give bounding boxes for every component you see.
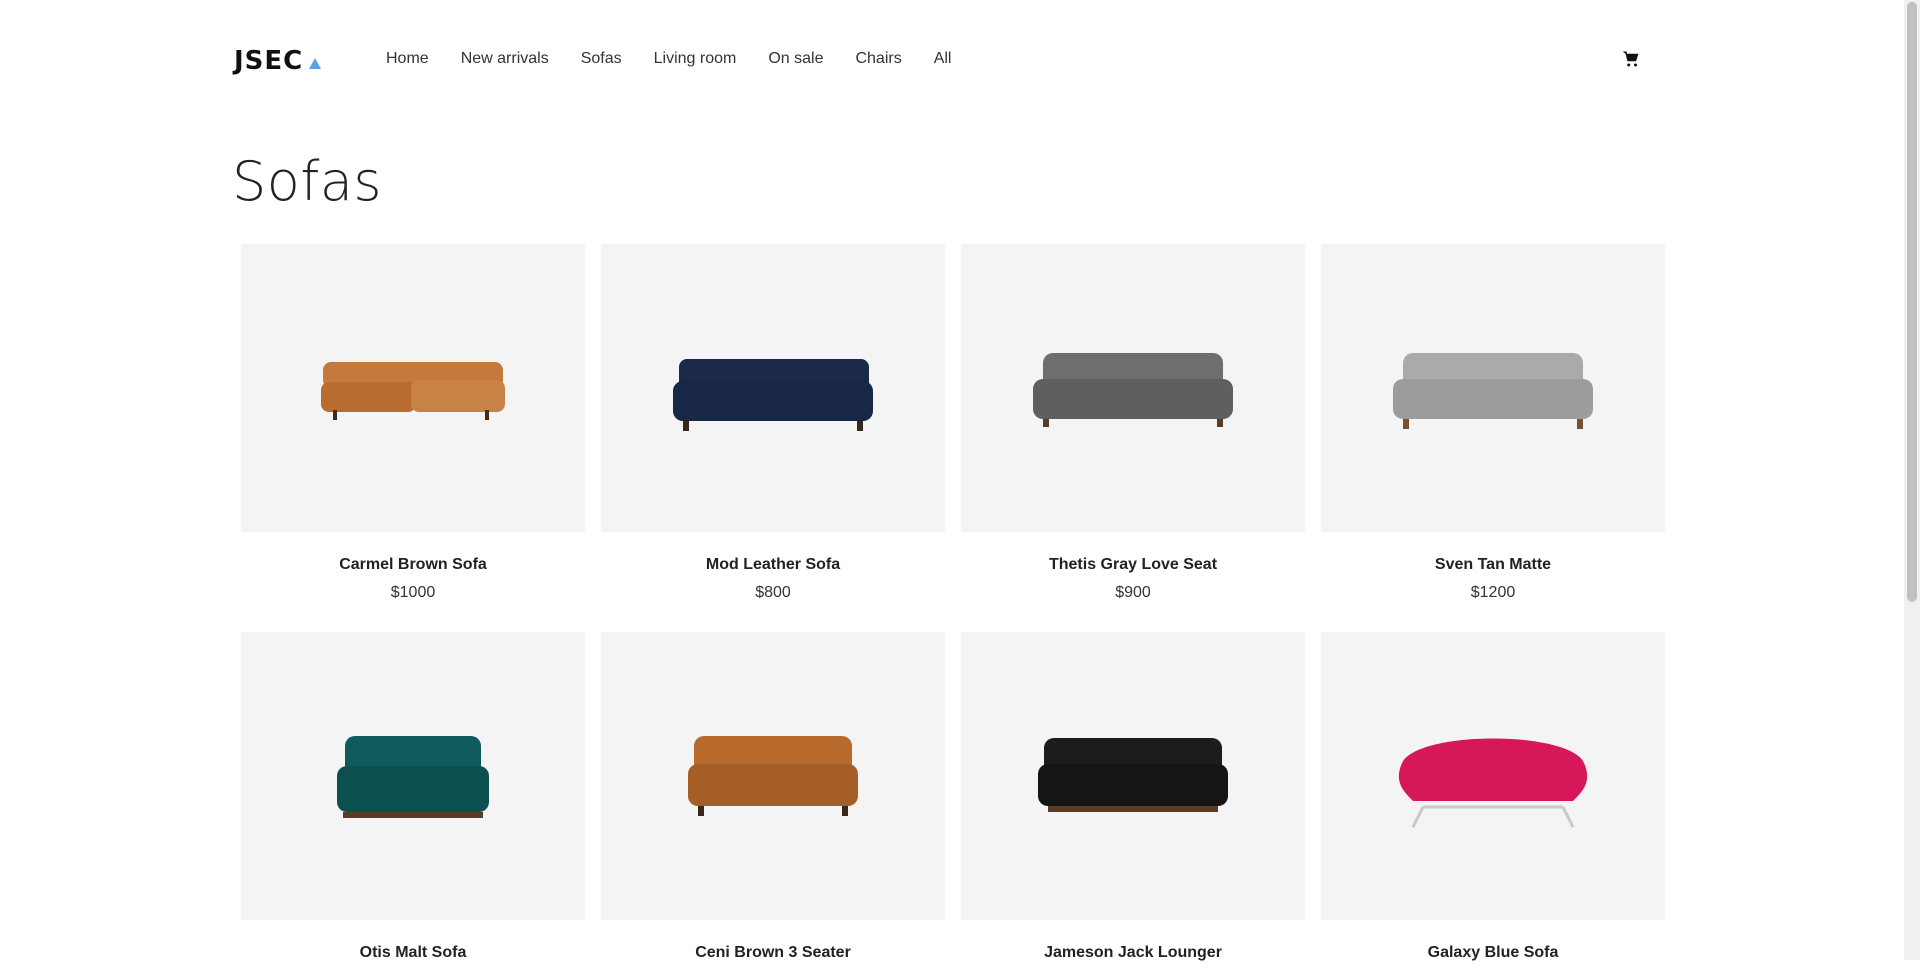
product-name[interactable]: Carmel Brown Sofa <box>241 556 585 574</box>
product-card[interactable]: Jameson Jack Lounger <box>961 632 1305 972</box>
product-card[interactable]: Otis Malt Sofa <box>241 632 585 972</box>
nav-item-sofas[interactable]: Sofas <box>581 50 622 68</box>
product-image[interactable] <box>1321 632 1665 920</box>
brand-logo[interactable]: JSEC <box>234 46 322 76</box>
nav-item-all[interactable]: All <box>934 50 952 68</box>
nav-item-on-sale[interactable]: On sale <box>768 50 823 68</box>
product-image[interactable] <box>601 244 945 532</box>
logo-text: JSEC <box>234 46 304 76</box>
product-name[interactable]: Otis Malt Sofa <box>241 944 585 962</box>
nav-item-chairs[interactable]: Chairs <box>855 50 901 68</box>
main-nav: Home New arrivals Sofas Living room On s… <box>386 50 983 68</box>
product-name[interactable]: Galaxy Blue Sofa <box>1321 944 1665 962</box>
product-grid: Carmel Brown Sofa $1000 Mod Leather Sofa… <box>241 244 1666 972</box>
product-image[interactable] <box>1321 244 1665 532</box>
page-title: Sofas <box>232 150 383 213</box>
product-image[interactable] <box>241 632 585 920</box>
product-image[interactable] <box>241 244 585 532</box>
scrollbar-thumb[interactable] <box>1907 2 1917 602</box>
product-price: $800 <box>755 584 791 601</box>
product-name[interactable]: Sven Tan Matte <box>1321 556 1665 574</box>
product-image[interactable] <box>961 244 1305 532</box>
product-price: $1200 <box>1470 584 1516 601</box>
nav-item-new-arrivals[interactable]: New arrivals <box>461 50 549 68</box>
product-name[interactable]: Jameson Jack Lounger <box>961 944 1305 962</box>
product-name[interactable]: Mod Leather Sofa <box>601 556 945 574</box>
product-image[interactable] <box>961 632 1305 920</box>
product-card[interactable]: Ceni Brown 3 Seater <box>601 632 945 972</box>
page-scrollbar[interactable] <box>1904 0 1920 960</box>
product-card[interactable]: Thetis Gray Love Seat $900 <box>961 244 1305 602</box>
product-image[interactable] <box>601 632 945 920</box>
product-name[interactable]: Ceni Brown 3 Seater <box>601 944 945 962</box>
nav-item-home[interactable]: Home <box>386 50 429 68</box>
product-card[interactable]: Galaxy Blue Sofa <box>1321 632 1665 972</box>
product-price: $900 <box>1115 584 1151 601</box>
product-price: $1000 <box>390 584 436 601</box>
product-card[interactable]: Mod Leather Sofa $800 <box>601 244 945 602</box>
site-header: JSEC Home New arrivals Sofas Living room… <box>0 0 1904 122</box>
cart-icon[interactable] <box>1622 50 1640 68</box>
product-card[interactable]: Carmel Brown Sofa $1000 <box>241 244 585 602</box>
product-card[interactable]: Sven Tan Matte $1200 <box>1321 244 1665 602</box>
logo-triangle-icon <box>309 57 322 69</box>
product-name[interactable]: Thetis Gray Love Seat <box>961 556 1305 574</box>
nav-item-living-room[interactable]: Living room <box>654 50 737 68</box>
